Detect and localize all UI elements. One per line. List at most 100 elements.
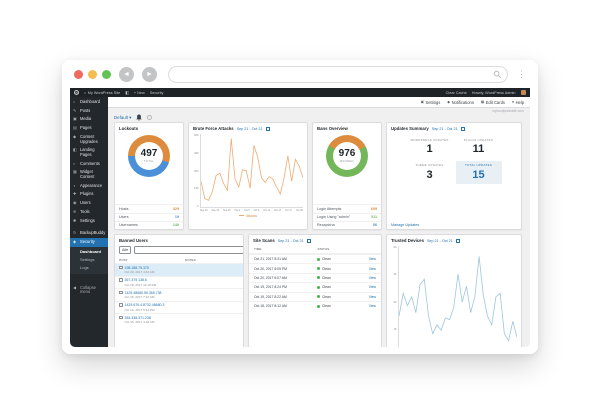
- row-checkbox[interactable]: [119, 278, 123, 282]
- toolbar-button-icon: ▣: [421, 100, 424, 104]
- sidebar-item[interactable]: ◗ Comments: [70, 160, 108, 169]
- row-checkbox[interactable]: [119, 303, 123, 307]
- comments-icon[interactable]: ◧: [125, 90, 129, 95]
- host-link[interactable]: 367.375.138.6: [125, 278, 147, 282]
- sidebar-item[interactable]: ▣ Media: [70, 115, 108, 124]
- status-dot: [317, 305, 320, 308]
- sidebar-item-label: Plugins: [80, 192, 93, 197]
- banned-user-row: 1425.676.4.8732.48680.3 Oct 16, 2017 5:1…: [115, 301, 243, 314]
- card-title: Site Scans: [253, 238, 275, 243]
- calendar-icon[interactable]: [307, 239, 311, 243]
- view-scan-link[interactable]: View: [369, 276, 376, 280]
- toolbar-button[interactable]: ▦ Edit Cards: [481, 100, 505, 105]
- sidebar-item[interactable]: ⊕ Tools: [70, 208, 108, 217]
- banned-users-search-input[interactable]: [134, 246, 244, 254]
- site-scan-row: Oct 20, 2017 6:05 PM Clean View: [249, 263, 381, 272]
- browser-window: ◄ ► ⋮ W ⌂ My WordPress Site ◧ + New Sec: [62, 60, 538, 354]
- new-content-link[interactable]: + New: [134, 91, 145, 95]
- add-dashboard-button[interactable]: [147, 115, 152, 120]
- sidebar-item[interactable]: ◆ Content Upgrades: [70, 133, 108, 146]
- sidebar-item[interactable]: ⌂ Dashboard: [70, 98, 108, 107]
- view-scan-link[interactable]: View: [369, 295, 376, 299]
- date-range-picker[interactable]: Sep 21 - Oct 21: [278, 239, 304, 243]
- host-link[interactable]: 1425.676.4.8732.48680.3: [125, 303, 165, 307]
- toolbar-button[interactable]: ◆ Notifications: [447, 100, 474, 105]
- forward-button[interactable]: ►: [142, 67, 157, 82]
- view-scan-link[interactable]: View: [369, 257, 376, 261]
- filter-dropdown[interactable]: All ▾: [119, 246, 131, 254]
- date-range-picker[interactable]: Sep 21 - Oct 21: [432, 127, 458, 131]
- row-checkbox[interactable]: [119, 266, 123, 270]
- row-checkbox[interactable]: [119, 316, 123, 320]
- sidebar-item[interactable]: ◈ Security: [70, 238, 108, 247]
- sidebar-item-label: Posts: [80, 109, 90, 114]
- sidebar-item[interactable]: ▤ Pages: [70, 124, 108, 133]
- site-name-link[interactable]: ⌂ My WordPress Site: [84, 91, 120, 95]
- address-bar[interactable]: [168, 66, 508, 83]
- sidebar-item[interactable]: ✱ Settings: [70, 217, 108, 226]
- fullscreen-window-button[interactable]: [102, 70, 111, 79]
- sidebar-item[interactable]: ✚ Plugins: [70, 190, 108, 199]
- sidebar-item-icon: ⊕: [73, 210, 78, 214]
- security-submenu-item[interactable]: Settings: [70, 256, 108, 264]
- y-tick-label: 300: [192, 170, 199, 173]
- card-title: Brute Force Attacks: [193, 126, 234, 131]
- security-submenu-item[interactable]: Logs: [70, 264, 108, 272]
- ban-date: Oct 16, 2017 5:14 PM: [119, 308, 239, 312]
- host-link[interactable]: 1425.48680.59.355.738: [125, 291, 162, 295]
- sidebar-item[interactable]: ▦ Widget Content: [70, 168, 108, 181]
- sidebar-item-icon: ✚: [73, 192, 78, 196]
- toolbar-button[interactable]: ▣ Settings: [421, 100, 441, 105]
- toolbar-button[interactable]: ● Help: [512, 100, 524, 105]
- lockouts-card: Lockouts 497 TOTAL: [114, 122, 184, 230]
- sidebar-item-label: BackupBuddy: [80, 231, 105, 236]
- browser-menu-icon[interactable]: ⋮: [517, 70, 526, 79]
- bans-donut-chart: 976 BANNED: [326, 135, 368, 177]
- howdy-user-link[interactable]: Howdy, WordPress Admin: [472, 91, 516, 95]
- manage-updates-link[interactable]: Manage Updates: [387, 220, 521, 229]
- avatar[interactable]: [521, 90, 527, 96]
- sidebar-item-label: Comments: [80, 162, 100, 167]
- calendar-icon[interactable]: [461, 127, 465, 131]
- sidebar-item[interactable]: ◉ Users: [70, 199, 108, 208]
- sidebar-item-icon: ✱: [73, 219, 78, 223]
- date-range-picker[interactable]: Sep 21 - Oct 21: [237, 127, 263, 131]
- host-link[interactable]: 354.338.371.238: [125, 316, 151, 320]
- calendar-icon[interactable]: [266, 127, 270, 131]
- sidebar-item-label: Widget Content: [80, 170, 105, 179]
- row-checkbox[interactable]: [119, 291, 123, 295]
- ban-date: Oct 18, 2017 12:18 PM: [119, 283, 239, 287]
- view-scan-link[interactable]: View: [369, 285, 376, 289]
- date-range-picker[interactable]: Sep 21 - Oct 21: [427, 239, 453, 243]
- sidebar-item[interactable]: ✎ Posts: [70, 107, 108, 116]
- collapse-menu-button[interactable]: ◀ Collapse menu: [70, 284, 108, 297]
- calendar-icon[interactable]: [456, 239, 460, 243]
- scan-status: Clean: [317, 304, 330, 308]
- browser-chrome: ◄ ► ⋮: [62, 60, 538, 88]
- y-tick-label: 150: [192, 187, 199, 190]
- host-link[interactable]: 198.188.75.375: [125, 266, 149, 270]
- sidebar-item[interactable]: ↻ BackupBuddy: [70, 229, 108, 238]
- close-window-button[interactable]: [74, 70, 83, 79]
- bans-overview-card: Bans Overview 976 BANNED: [312, 122, 382, 230]
- view-scan-link[interactable]: View: [369, 304, 376, 308]
- sidebar-item-icon: ◧: [73, 148, 78, 152]
- minimize-window-button[interactable]: [88, 70, 97, 79]
- bell-icon[interactable]: [136, 114, 142, 121]
- sidebar-item[interactable]: ◧ Landing Pages: [70, 146, 108, 159]
- view-scan-link[interactable]: View: [369, 267, 376, 271]
- security-submenu-item[interactable]: Dashboard: [70, 248, 108, 256]
- search-icon[interactable]: [493, 70, 502, 79]
- sidebar-item[interactable]: ◑ Appearance: [70, 182, 108, 191]
- dashboard-selector[interactable]: Default ▾: [114, 115, 131, 121]
- stat-row: Users 19: [115, 213, 183, 221]
- bans-total-label: BANNED: [340, 160, 354, 163]
- wordpress-logo-icon[interactable]: W: [74, 90, 79, 95]
- back-button[interactable]: ◄: [119, 67, 134, 82]
- page-background: ◄ ► ⋮ W ⌂ My WordPress Site ◧ + New Sec: [0, 0, 600, 400]
- ban-date: Oct 20, 2017 4:32 AM: [119, 270, 239, 274]
- clear-cache-link[interactable]: Clear Cache: [446, 91, 467, 95]
- updates-summary-card: Updates Summary Sep 21 - Oct 21 WORDPRES…: [386, 122, 522, 230]
- trusted-devices-card: Trusted Devices Sep 21 - Oct 21 60453015…: [386, 234, 522, 347]
- security-admin-link[interactable]: Security: [150, 91, 164, 95]
